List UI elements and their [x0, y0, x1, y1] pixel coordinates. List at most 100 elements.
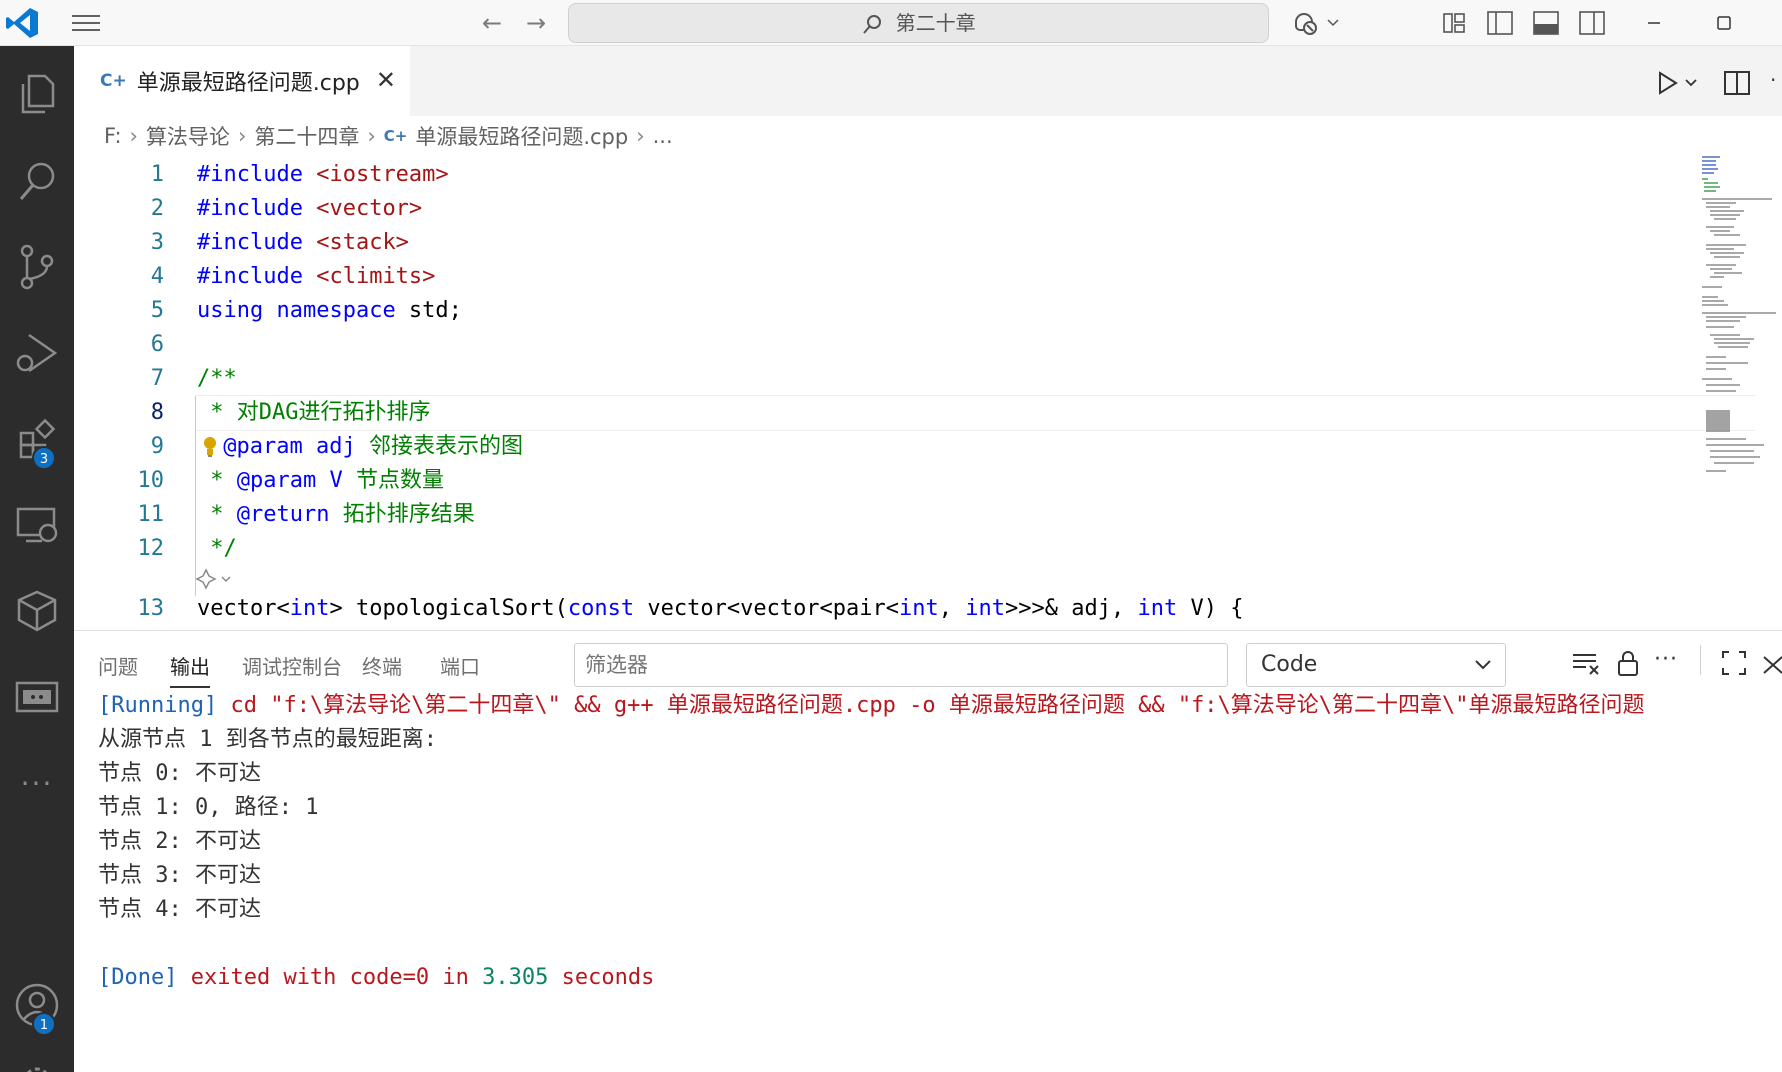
breadcrumb: F: › 算法导论 › 第二十四章 › C+ 单源最短路径问题.cpp › ..… — [74, 116, 1782, 156]
menu-button[interactable] — [70, 12, 102, 34]
output-content[interactable]: [Running] cd "f:\算法导论\第二十四章\" && g++ 单源最… — [98, 689, 1778, 995]
output-line: 节点 0: 不可达 — [98, 761, 261, 786]
toolbar-divider — [1700, 645, 1701, 675]
tab-terminal[interactable]: 终端 — [362, 651, 402, 680]
title-bar: ← → 第二十章 — [0, 0, 1782, 46]
forward-button[interactable]: → — [520, 8, 552, 38]
remote-explorer-icon — [16, 507, 58, 543]
breadcrumb-separator: › — [237, 124, 247, 148]
more-actions-icon[interactable]: · — [1770, 68, 1782, 98]
tab-output[interactable]: 输出 — [170, 651, 210, 688]
tab-ports[interactable]: 端口 — [440, 651, 480, 680]
code-line: 2 #include <vector> — [74, 192, 1684, 226]
manage-button[interactable] — [0, 1046, 74, 1072]
line-number: 2 — [150, 196, 164, 221]
command-center-search[interactable]: 第二十章 — [568, 3, 1269, 43]
line-number: 9 — [150, 434, 164, 459]
code-line-active: 8 * 对DAG进行拓扑排序 — [74, 396, 1684, 430]
gear-icon — [26, 1067, 48, 1072]
line-number: 5 — [150, 298, 164, 323]
line-number: 6 — [150, 332, 164, 357]
code-line: 13 vector<int> topologicalSort(const vec… — [74, 592, 1684, 626]
breadcrumb-symbols[interactable]: ... — [653, 124, 673, 148]
output-line: 从源节点 1 到各节点的最短距离: — [98, 727, 437, 752]
tab-single-source-shortest-path[interactable]: C+ 单源最短路径问题.cpp ✕ — [74, 46, 410, 116]
output-channel-value: Code — [1261, 652, 1318, 677]
code-line: 3 #include <stack> — [74, 226, 1684, 260]
search-button[interactable] — [0, 146, 74, 216]
code-line: 5 using namespace std; — [74, 294, 1684, 328]
maximize-panel-icon[interactable] — [1718, 647, 1750, 679]
code-line: 6 — [74, 328, 1684, 362]
code-editor[interactable]: 1 #include <iostream> 2 #include <vector… — [74, 156, 1782, 630]
tab-problems[interactable]: 问题 — [98, 651, 138, 680]
output-run-line: [Running] cd "f:\算法导论\第二十四章\" && g++ 单源最… — [98, 693, 1645, 718]
minimap[interactable] — [1684, 156, 1782, 630]
output-line: 节点 3: 不可达 — [98, 863, 261, 888]
remote-explorer-button[interactable] — [0, 490, 74, 560]
run-debug-button[interactable] — [0, 318, 74, 388]
back-button[interactable]: ← — [476, 8, 508, 38]
breadcrumb-separator: › — [367, 124, 376, 148]
toggle-panel-icon[interactable] — [1530, 8, 1562, 38]
more-button[interactable]: ··· — [0, 748, 74, 818]
chevron-down-icon — [1475, 660, 1491, 670]
run-debug-icon — [16, 333, 58, 373]
line-number: 12 — [137, 536, 165, 561]
code-line: 7 /** — [74, 362, 1684, 396]
customize-layout-icon[interactable] — [1438, 8, 1470, 38]
lock-scroll-icon[interactable] — [1612, 647, 1644, 679]
remote-button[interactable] — [0, 662, 74, 732]
breadcrumb-folder-chapter24[interactable]: 第二十四章 — [254, 121, 359, 151]
line-number: 7 — [150, 366, 164, 391]
activity-bar: 3 ··· 1 — [0, 46, 74, 1072]
search-icon — [19, 162, 55, 200]
clear-output-icon[interactable] — [1570, 647, 1602, 679]
output-channel-select[interactable]: Code — [1246, 643, 1506, 687]
accounts-button[interactable]: 1 — [0, 970, 74, 1040]
tab-label: 单源最短路径问题.cpp — [136, 71, 360, 96]
breadcrumb-file[interactable]: 单源最短路径问题.cpp — [415, 121, 628, 151]
code-line: 9 @param adj 邻接表表示的图 — [74, 430, 1684, 464]
extensions-button[interactable]: 3 — [0, 404, 74, 474]
files-icon — [21, 74, 55, 114]
line-number: 10 — [137, 468, 165, 493]
maximize-icon[interactable] — [1704, 8, 1744, 38]
cpp-file-icon: C+ — [383, 127, 408, 145]
close-panel-icon[interactable] — [1760, 647, 1782, 679]
code-line: 12 */ — [74, 532, 1684, 566]
search-text: 第二十章 — [895, 11, 976, 35]
source-control-icon — [20, 244, 54, 290]
explorer-button[interactable] — [0, 60, 74, 130]
output-filter-input[interactable] — [574, 643, 1228, 687]
breadcrumb-folder-algorithms[interactable]: 算法导论 — [146, 121, 230, 151]
package-button[interactable] — [0, 576, 74, 646]
cpp-file-icon: C+ — [100, 71, 127, 91]
close-icon[interactable]: ✕ — [376, 66, 396, 94]
tab-debug-console[interactable]: 调试控制台 — [242, 651, 342, 680]
copilot-sparkle-icon[interactable] — [196, 568, 236, 590]
run-icon[interactable] — [1652, 68, 1702, 98]
minimize-icon[interactable] — [1634, 8, 1674, 38]
breadcrumb-drive[interactable]: F: — [104, 124, 122, 148]
source-control-button[interactable] — [0, 232, 74, 302]
more-actions-icon[interactable]: ··· — [1654, 647, 1686, 679]
toggle-secondary-sidebar-icon[interactable] — [1576, 8, 1608, 38]
split-editor-icon[interactable] — [1722, 68, 1752, 98]
output-blank-line — [98, 927, 1778, 961]
code-line: 1 #include <iostream> — [74, 158, 1684, 192]
code-line: 11 * @return 拓扑排序结果 — [74, 498, 1684, 532]
remote-icon — [15, 681, 59, 713]
line-number: 11 — [137, 502, 165, 527]
vscode-logo-icon — [6, 8, 38, 38]
copilot-icon[interactable] — [1290, 8, 1346, 38]
search-icon — [863, 14, 882, 34]
output-line: 节点 1: 0, 路径: 1 — [98, 795, 319, 820]
output-done-line: [Done] exited with code=0 in 3.305 secon… — [98, 965, 655, 990]
line-number: 13 — [137, 596, 165, 621]
bottom-panel: 问题 输出 调试控制台 终端 端口 Code ··· [Running] cd … — [74, 630, 1782, 1072]
toggle-primary-sidebar-icon[interactable] — [1484, 8, 1516, 38]
editor-tab-bar: C+ 单源最短路径问题.cpp ✕ · — [74, 46, 1782, 116]
line-number: 8 — [150, 400, 164, 425]
line-number: 4 — [150, 264, 164, 289]
